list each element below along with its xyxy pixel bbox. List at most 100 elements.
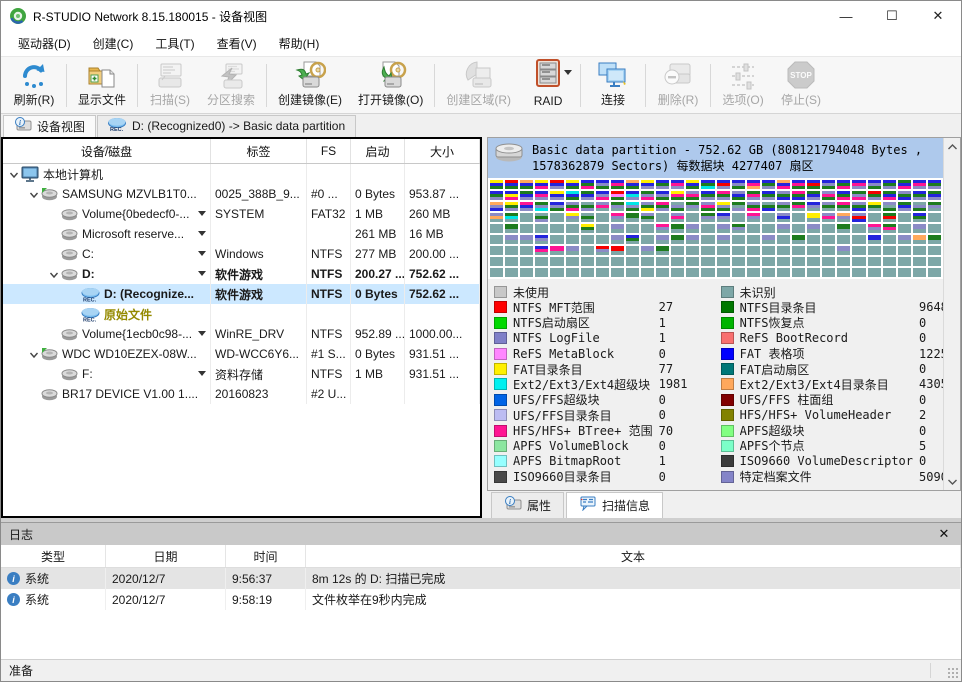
expand-caret-icon[interactable] <box>7 170 21 179</box>
tree-row[interactable]: F:资料存储NTFS1 MB931.51 ... <box>3 364 480 384</box>
scan-block <box>822 213 835 222</box>
view-tab-label: D: (Recognized0) -> Basic data partition <box>132 119 345 133</box>
log-column-header[interactable]: 文本 <box>306 545 961 567</box>
legend-row: HFS/HFS+ VolumeHeader2 <box>721 408 943 423</box>
tree-column-header[interactable]: 标签 <box>211 139 307 163</box>
tree-row[interactable]: REC.原始文件 <box>3 304 480 324</box>
tree-column-header[interactable]: 启动 <box>351 139 405 163</box>
volume-dropdown-icon[interactable] <box>198 211 206 216</box>
resize-grip-icon[interactable] <box>947 667 959 679</box>
menu-item[interactable]: 创建(C) <box>82 31 145 56</box>
tree-row-label: WD-WCC6Y6... <box>211 344 307 364</box>
tree-row-fs: FAT32 <box>307 204 351 224</box>
tree-row[interactable]: Volume{1ecb0c98-...WinRE_DRVNTFS952.89 .… <box>3 324 480 344</box>
volume-dropdown-icon[interactable] <box>198 251 206 256</box>
legend-count: 9648 <box>919 300 943 314</box>
raid-dropdown-icon[interactable] <box>564 70 572 75</box>
tree-column-header[interactable]: 设备/磁盘 <box>3 139 211 163</box>
tree-row[interactable]: BR17 DEVICE V1.00 1....20160823#2 U... <box>3 384 480 404</box>
legend-row: ISO9660目录条目0 <box>494 469 711 484</box>
toolbar-button-refresh[interactable]: 刷新(R) <box>5 60 63 111</box>
scroll-down-icon[interactable] <box>946 475 959 488</box>
scroll-up-icon[interactable] <box>946 140 959 153</box>
toolbar-button-label: 显示文件 <box>78 91 126 108</box>
minimize-button[interactable]: — <box>823 1 869 31</box>
scan-block <box>898 213 911 222</box>
maximize-button[interactable]: ☐ <box>869 1 915 31</box>
scan-block <box>898 257 911 266</box>
log-column-header[interactable]: 类型 <box>1 545 106 567</box>
log-date: 2020/12/7 <box>106 568 226 589</box>
scan-block <box>490 180 503 189</box>
info-tab[interactable]: i属性 <box>491 492 564 518</box>
tree-row[interactable]: REC.D: (Recognize...软件游戏NTFS0 Bytes752.6… <box>3 284 480 304</box>
volume-dropdown-icon[interactable] <box>198 271 206 276</box>
view-tab[interactable]: REC.D: (Recognized0) -> Basic data parti… <box>97 115 356 137</box>
volume-dropdown-icon[interactable] <box>198 371 206 376</box>
scan-block <box>701 213 714 222</box>
sort-asc-icon <box>102 139 111 153</box>
expand-caret-icon[interactable] <box>27 190 41 199</box>
log-column-header[interactable]: 时间 <box>226 545 306 567</box>
tree-row-device: Microsoft reserve... <box>3 224 211 244</box>
log-close-icon[interactable]: ✕ <box>935 526 953 542</box>
toolbar-button-open-image[interactable]: 打开镜像(O) <box>350 60 431 111</box>
log-row[interactable]: i系统2020/12/79:58:19文件枚举在9秒内完成 <box>1 589 961 610</box>
tree-row[interactable]: 本地计算机 <box>3 164 480 184</box>
scan-block <box>822 235 835 244</box>
device-name: C: <box>82 247 94 261</box>
scan-block <box>566 180 579 189</box>
scan-block <box>686 191 699 200</box>
toolbar-button-raid[interactable]: RAID <box>519 60 577 111</box>
scan-block <box>883 268 896 277</box>
menu-item[interactable]: 帮助(H) <box>268 31 331 56</box>
toolbar-button-label: 选项(O) <box>722 91 763 108</box>
scan-block <box>505 180 518 189</box>
volume-dropdown-icon[interactable] <box>198 231 206 236</box>
tree-row-label <box>211 304 307 324</box>
tree-row[interactable]: Microsoft reserve...261 MB16 MB <box>3 224 480 244</box>
scan-block <box>837 213 850 222</box>
info-tab[interactable]: 扫描信息 <box>566 492 663 518</box>
scan-block <box>717 180 730 189</box>
tree-row-device: C: <box>3 244 211 264</box>
scan-scrollbar[interactable] <box>943 138 960 490</box>
log-column-header[interactable]: 日期 <box>106 545 226 567</box>
expand-caret-icon[interactable] <box>27 350 41 359</box>
log-row[interactable]: i系统2020/12/79:56:378m 12s 的 D: 扫描已完成 <box>1 568 961 589</box>
menu-item[interactable]: 查看(V) <box>206 31 268 56</box>
scan-block <box>852 180 865 189</box>
tree-row-fs: #1 S... <box>307 344 351 364</box>
tree-row-boot: 277 MB <box>351 244 405 264</box>
toolbar-button-label: 删除(R) <box>658 91 699 108</box>
disk-icon <box>61 208 78 221</box>
device-name: WDC WD10EZEX-08W... <box>62 347 197 361</box>
tree-row-fs <box>307 304 351 324</box>
tree-row[interactable]: D:软件游戏NTFS200.27 ...752.62 ... <box>3 264 480 284</box>
scan-block <box>581 213 594 222</box>
scan-block <box>762 235 775 244</box>
scan-block <box>717 213 730 222</box>
close-button[interactable]: ✕ <box>915 1 961 31</box>
expand-caret-icon[interactable] <box>47 270 61 279</box>
tree-row[interactable]: C:WindowsNTFS277 MB200.00 ... <box>3 244 480 264</box>
tree-column-header[interactable]: 大小 <box>405 139 480 163</box>
device-name: SAMSUNG MZVLB1T0... <box>62 187 197 201</box>
tree-row[interactable]: SAMSUNG MZVLB1T0...0025_388B_9...#0 ...0… <box>3 184 480 204</box>
legend-row: ReFS MetaBlock0 <box>494 346 711 361</box>
volume-dropdown-icon[interactable] <box>198 331 206 336</box>
toolbar-button-connect[interactable]: 连接 <box>584 60 642 111</box>
toolbar-button-create-image[interactable]: 创建镜像(E) <box>270 60 350 111</box>
tree-row[interactable]: WDC WD10EZEX-08W...WD-WCC6Y6...#1 S...0 … <box>3 344 480 364</box>
scan-block <box>701 246 714 255</box>
menu-item[interactable]: 驱动器(D) <box>7 31 82 56</box>
scan-block <box>641 213 654 222</box>
tree-row[interactable]: Volume{0bedecf0-...SYSTEMFAT321 MB260 MB <box>3 204 480 224</box>
menu-item[interactable]: 工具(T) <box>144 31 205 56</box>
scan-block <box>822 191 835 200</box>
scan-block <box>792 246 805 255</box>
toolbar-button-show-files[interactable]: 显示文件 <box>70 60 134 111</box>
tree-column-header[interactable]: FS <box>307 139 351 163</box>
show-files-icon <box>86 62 118 90</box>
view-tab[interactable]: i设备视图 <box>3 115 96 137</box>
